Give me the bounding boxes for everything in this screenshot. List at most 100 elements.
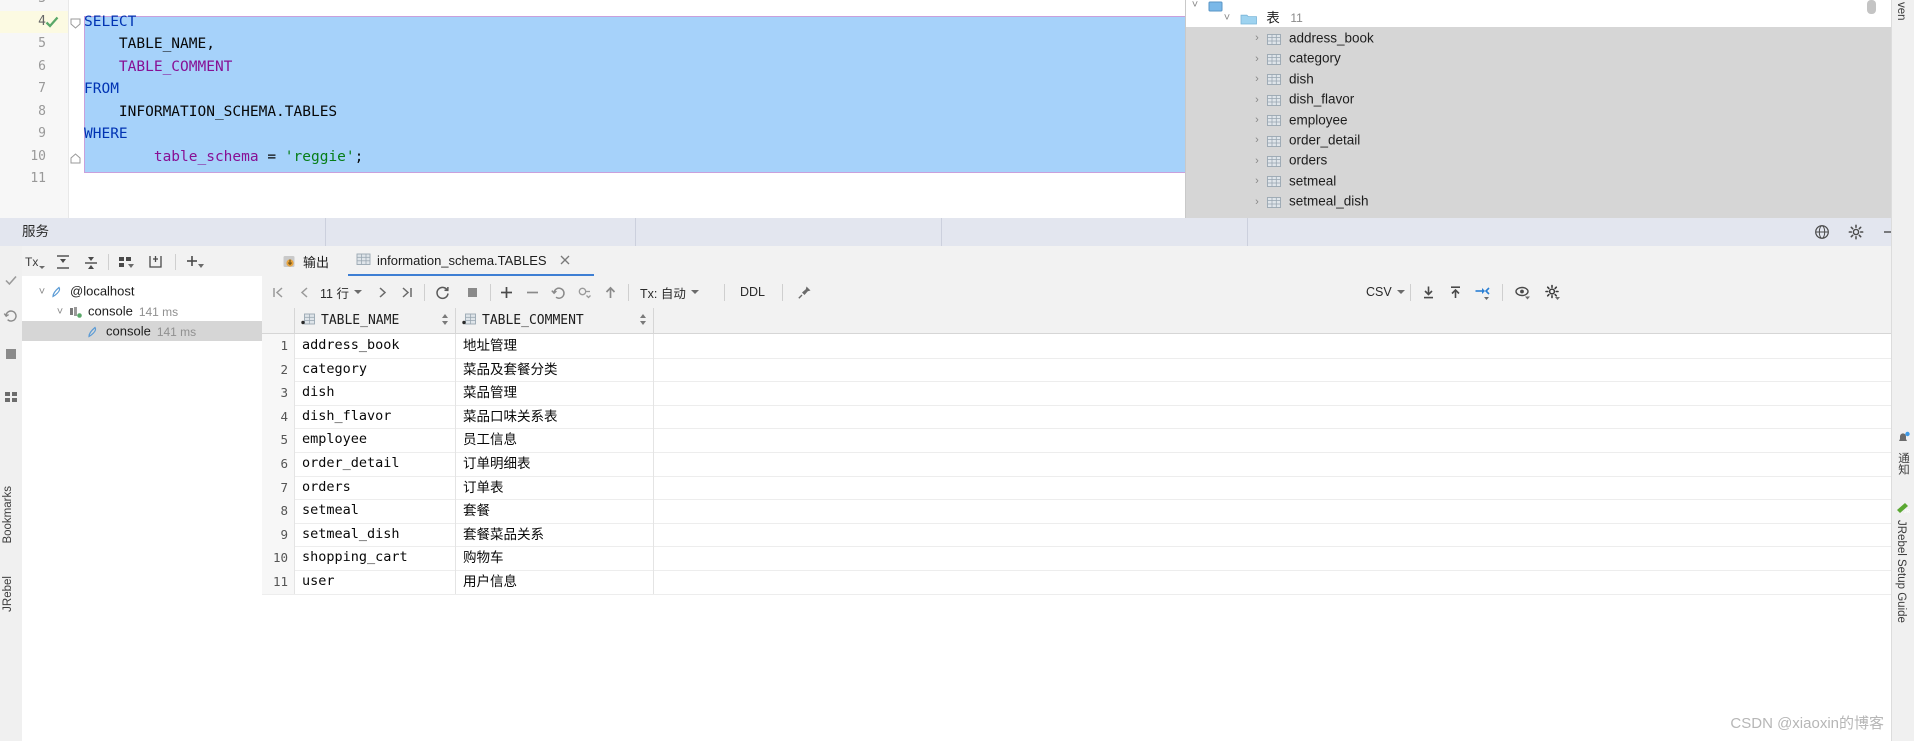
globe-settings-icon[interactable]: [1814, 224, 1830, 240]
gutter-line-9[interactable]: 9: [0, 123, 68, 146]
delete-row-icon[interactable]: [524, 276, 541, 308]
history-icon[interactable]: [3, 308, 19, 324]
eye-icon[interactable]: [1514, 276, 1531, 308]
prev-page-icon[interactable]: [296, 276, 313, 308]
table-row[interactable]: 10 shopping_cart 购物车: [262, 546, 1914, 571]
gutter-line-3[interactable]: 3: [0, 0, 68, 11]
cell-table-comment[interactable]: 套餐菜品关系: [456, 522, 654, 547]
cell-table-comment[interactable]: 菜品管理: [456, 381, 654, 405]
query-result-area[interactable]: 输出 information_schema.TABLES 11 行 Tx: 自动…: [262, 246, 1914, 741]
ddl-button[interactable]: DDL: [740, 276, 765, 308]
import-icon[interactable]: [1447, 276, 1464, 308]
jrebel-setup-rail-label[interactable]: JRebel Setup Guide: [1895, 520, 1907, 623]
chevron-right-icon[interactable]: ›: [1248, 192, 1266, 213]
chevron-down-icon[interactable]: [1396, 290, 1405, 294]
result-grid[interactable]: TABLE_NAME TABLE_COMMENT 1 address_book 地址管…: [262, 308, 1914, 741]
db-tree-row-order_detail[interactable]: › order_detail: [1186, 130, 1896, 151]
chevron-down-icon[interactable]: ˅: [34, 282, 50, 302]
sort-toggle-icon[interactable]: [639, 313, 647, 329]
cell-table-comment[interactable]: 套餐: [456, 499, 654, 523]
cell-table-comment[interactable]: 购物车: [456, 546, 654, 570]
cell-table-comment[interactable]: 菜品口味关系表: [456, 404, 654, 429]
table-row[interactable]: 9 setmeal_dish 套餐菜品关系: [262, 522, 1914, 548]
table-row[interactable]: 11 user 用户信息: [262, 570, 1914, 595]
gutter-line-5[interactable]: 5: [0, 33, 68, 56]
expand-all-icon[interactable]: [54, 253, 72, 271]
db-tree-row-category[interactable]: › category: [1186, 48, 1896, 69]
group-by-icon[interactable]: [117, 253, 135, 271]
tab-output[interactable]: 输出: [274, 246, 334, 276]
table-row[interactable]: 3 dish 菜品管理: [262, 381, 1914, 406]
collapse-all-icon[interactable]: [82, 253, 100, 271]
table-row[interactable]: 4 dish_flavor 菜品口味关系表: [262, 404, 1914, 430]
cell-table-comment[interactable]: 地址管理: [456, 334, 654, 358]
db-tree-row-employee[interactable]: › employee: [1186, 110, 1896, 131]
export-format-selector[interactable]: CSV: [1366, 276, 1405, 308]
cell-table-name[interactable]: orders: [295, 475, 456, 500]
chevron-down-icon[interactable]: ˅: [1218, 8, 1236, 29]
run-check-icon[interactable]: [3, 272, 19, 288]
grid-column-header-TABLE_NAME[interactable]: TABLE_NAME: [295, 308, 456, 333]
chevron-right-icon[interactable]: ›: [1248, 49, 1266, 70]
table-row[interactable]: 6 order_detail 订单明细表: [262, 452, 1914, 477]
services-tool-window[interactable]: 服务 Bookmarks JRebel Tx ˅ @localhost ˅ co…: [0, 218, 1914, 741]
next-page-icon[interactable]: [374, 276, 391, 308]
code-line-9[interactable]: WHERE: [84, 123, 128, 146]
gutter-line-6[interactable]: 6: [0, 56, 68, 79]
db-tree-row-setmeal_dish[interactable]: › setmeal_dish: [1186, 191, 1896, 212]
editor-gutter[interactable]: 34 5 6 7 8 9 10 11: [0, 0, 69, 218]
table-row[interactable]: 5 employee 员工信息: [262, 428, 1914, 453]
sort-toggle-icon[interactable]: [441, 313, 449, 329]
gutter-line-10[interactable]: 10: [0, 146, 68, 169]
fit-columns-icon[interactable]: [1474, 276, 1491, 308]
inspection-ok-icon[interactable]: [44, 14, 60, 30]
close-icon[interactable]: [559, 254, 571, 266]
filter-icon[interactable]: [147, 253, 165, 271]
upload-arrow-icon[interactable]: [602, 276, 619, 308]
cell-table-name[interactable]: setmeal: [295, 499, 456, 523]
cell-table-comment[interactable]: 用户信息: [456, 570, 654, 594]
cell-table-name[interactable]: dish: [295, 381, 456, 405]
jrebel-icon[interactable]: JR: [1895, 500, 1911, 516]
chevron-down-icon[interactable]: [690, 290, 699, 294]
db-tree-row-dish[interactable]: › dish: [1186, 69, 1896, 90]
add-service-button[interactable]: [184, 253, 204, 271]
first-page-icon[interactable]: [270, 276, 287, 308]
notifications-rail-label[interactable]: 通知: [1895, 452, 1911, 475]
services-tree[interactable]: ˅ @localhost ˅ console 141 ms console 141 ms: [22, 276, 263, 741]
chevron-right-icon[interactable]: ›: [1248, 110, 1266, 131]
table-row[interactable]: 7 orders 订单表: [262, 475, 1914, 501]
code-fold-start-icon[interactable]: [70, 17, 81, 29]
code-line-7[interactable]: FROM: [84, 78, 119, 101]
revert-icon[interactable]: [550, 276, 567, 308]
table-row[interactable]: 1 address_book 地址管理: [262, 334, 1914, 359]
database-tree-panel[interactable]: ˅ ˅ 表 11 › address_book › category › dish › dis…: [1185, 0, 1896, 218]
cell-table-name[interactable]: category: [295, 357, 456, 382]
gutter-line-11[interactable]: 11: [0, 168, 68, 191]
add-row-icon[interactable]: [498, 276, 515, 308]
cell-table-name[interactable]: dish_flavor: [295, 404, 456, 429]
code-line-10[interactable]: table_schema = 'reggie';: [84, 146, 364, 169]
cell-table-name[interactable]: user: [295, 570, 456, 594]
code-line-4[interactable]: SELECT: [84, 11, 136, 34]
notification-bell-icon[interactable]: [1895, 430, 1911, 446]
cell-table-comment[interactable]: 订单表: [456, 475, 654, 500]
cell-table-comment[interactable]: 订单明细表: [456, 452, 654, 476]
gutter-line-8[interactable]: 8: [0, 101, 68, 124]
cell-table-comment[interactable]: 菜品及套餐分类: [456, 357, 654, 382]
chevron-down-icon[interactable]: ˅: [52, 302, 68, 322]
cell-table-name[interactable]: shopping_cart: [295, 546, 456, 570]
jrebel-rail-label[interactable]: JRebel: [2, 576, 14, 612]
gutter-line-7[interactable]: 7: [0, 78, 68, 101]
cell-table-name[interactable]: order_detail: [295, 452, 456, 476]
pin-icon[interactable]: [796, 276, 813, 308]
chevron-right-icon[interactable]: ›: [1248, 90, 1266, 111]
tree-row-tables-group[interactable]: ˅ 表 11: [1186, 8, 1896, 29]
db-tree-row-orders[interactable]: › orders: [1186, 150, 1896, 171]
chevron-right-icon[interactable]: ›: [1248, 69, 1266, 90]
tab-result[interactable]: information_schema.TABLES: [348, 246, 594, 276]
services-toolbar[interactable]: Tx: [22, 246, 262, 276]
cell-table-name[interactable]: employee: [295, 428, 456, 452]
last-page-icon[interactable]: [398, 276, 415, 308]
code-line-8[interactable]: INFORMATION_SCHEMA.TABLES: [84, 101, 337, 124]
